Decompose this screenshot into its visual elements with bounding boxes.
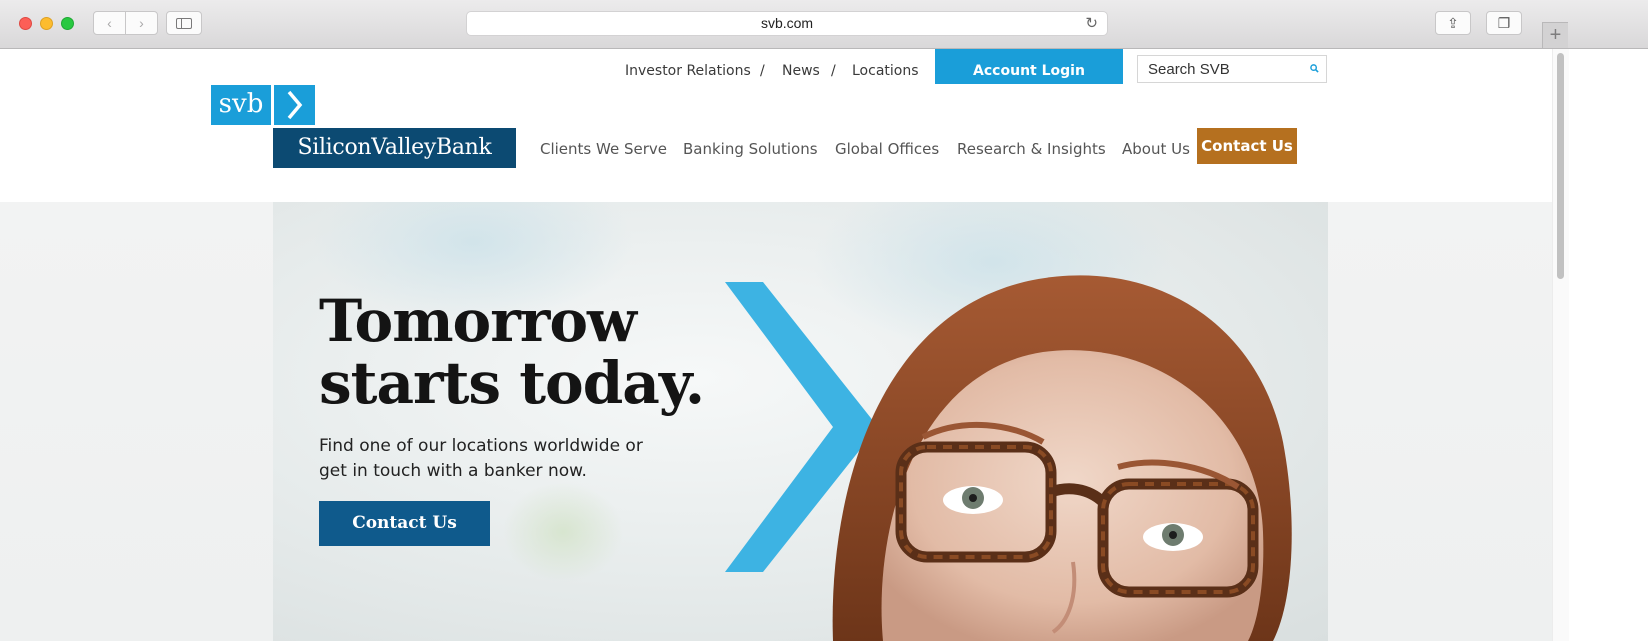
chevron-left-icon: ‹	[107, 15, 112, 31]
nav-research-insights[interactable]: Research & Insights	[957, 140, 1106, 158]
utility-link-news[interactable]: News	[782, 63, 820, 79]
nav-clients-we-serve[interactable]: Clients We Serve	[540, 140, 667, 158]
hero-banner: Tomorrow starts today. Find one of our l…	[273, 202, 1328, 641]
utility-separator: /	[831, 63, 836, 79]
logo-bank-name[interactable]: SiliconValleyBank	[273, 128, 516, 168]
share-icon: ⇪	[1447, 14, 1459, 31]
utility-link-locations[interactable]: Locations	[852, 63, 919, 79]
utility-link-investor-relations[interactable]: Investor Relations	[625, 63, 751, 79]
tab-overview-button[interactable]: ❐	[1486, 11, 1522, 35]
minimize-window-button[interactable]	[40, 17, 53, 30]
logo-chevron-icon[interactable]	[274, 85, 315, 125]
nav-banking-solutions[interactable]: Banking Solutions	[683, 140, 818, 158]
reload-icon[interactable]: ↻	[1085, 12, 1098, 35]
hero-photo-woman-glasses	[313, 202, 1292, 641]
page-scrollbar[interactable]	[1552, 49, 1569, 641]
sidebar-toggle-button[interactable]	[166, 11, 202, 35]
back-button[interactable]: ‹	[93, 11, 126, 35]
sidebar-icon	[176, 17, 192, 29]
hero-heading-line1: Tomorrow	[319, 287, 637, 355]
tabs-icon: ❐	[1497, 14, 1511, 31]
address-bar[interactable]: svb.com ↻	[466, 11, 1108, 36]
search-icon[interactable]	[1310, 64, 1319, 73]
browser-toolbar: ‹ › svb.com ↻ ⇪ ❐ +	[0, 0, 1648, 49]
hero-subtitle: Find one of our locations worldwide or g…	[319, 434, 679, 484]
logo-short-text: svb	[218, 89, 264, 119]
zoom-window-button[interactable]	[61, 17, 74, 30]
chevron-right-icon: ›	[139, 15, 144, 31]
web-page: Investor Relations / News / Locations Ac…	[0, 49, 1648, 641]
hero-subtitle-line2: get in touch with a banker now.	[319, 461, 587, 481]
new-tab-button[interactable]: +	[1542, 22, 1568, 48]
logo-svb-mark[interactable]: svb	[211, 85, 271, 125]
account-login-button[interactable]: Account Login	[935, 49, 1123, 84]
utility-separator: /	[760, 63, 765, 79]
hero-subtitle-line1: Find one of our locations worldwide or	[319, 436, 643, 456]
nav-contact-us-button[interactable]: Contact Us	[1197, 128, 1297, 164]
close-window-button[interactable]	[19, 17, 32, 30]
share-button[interactable]: ⇪	[1435, 11, 1471, 35]
search-box	[1137, 55, 1327, 83]
url-text: svb.com	[760, 15, 814, 31]
search-input[interactable]	[1148, 57, 1308, 81]
hero-contact-us-button[interactable]: Contact Us	[319, 501, 490, 546]
nav-about-us[interactable]: About Us	[1122, 140, 1190, 158]
hero-heading: Tomorrow starts today.	[319, 287, 705, 417]
forward-button[interactable]: ›	[125, 11, 158, 35]
hero-heading-line2: starts today.	[319, 349, 705, 417]
scrollbar-thumb[interactable]	[1557, 53, 1564, 279]
nav-global-offices[interactable]: Global Offices	[835, 140, 939, 158]
